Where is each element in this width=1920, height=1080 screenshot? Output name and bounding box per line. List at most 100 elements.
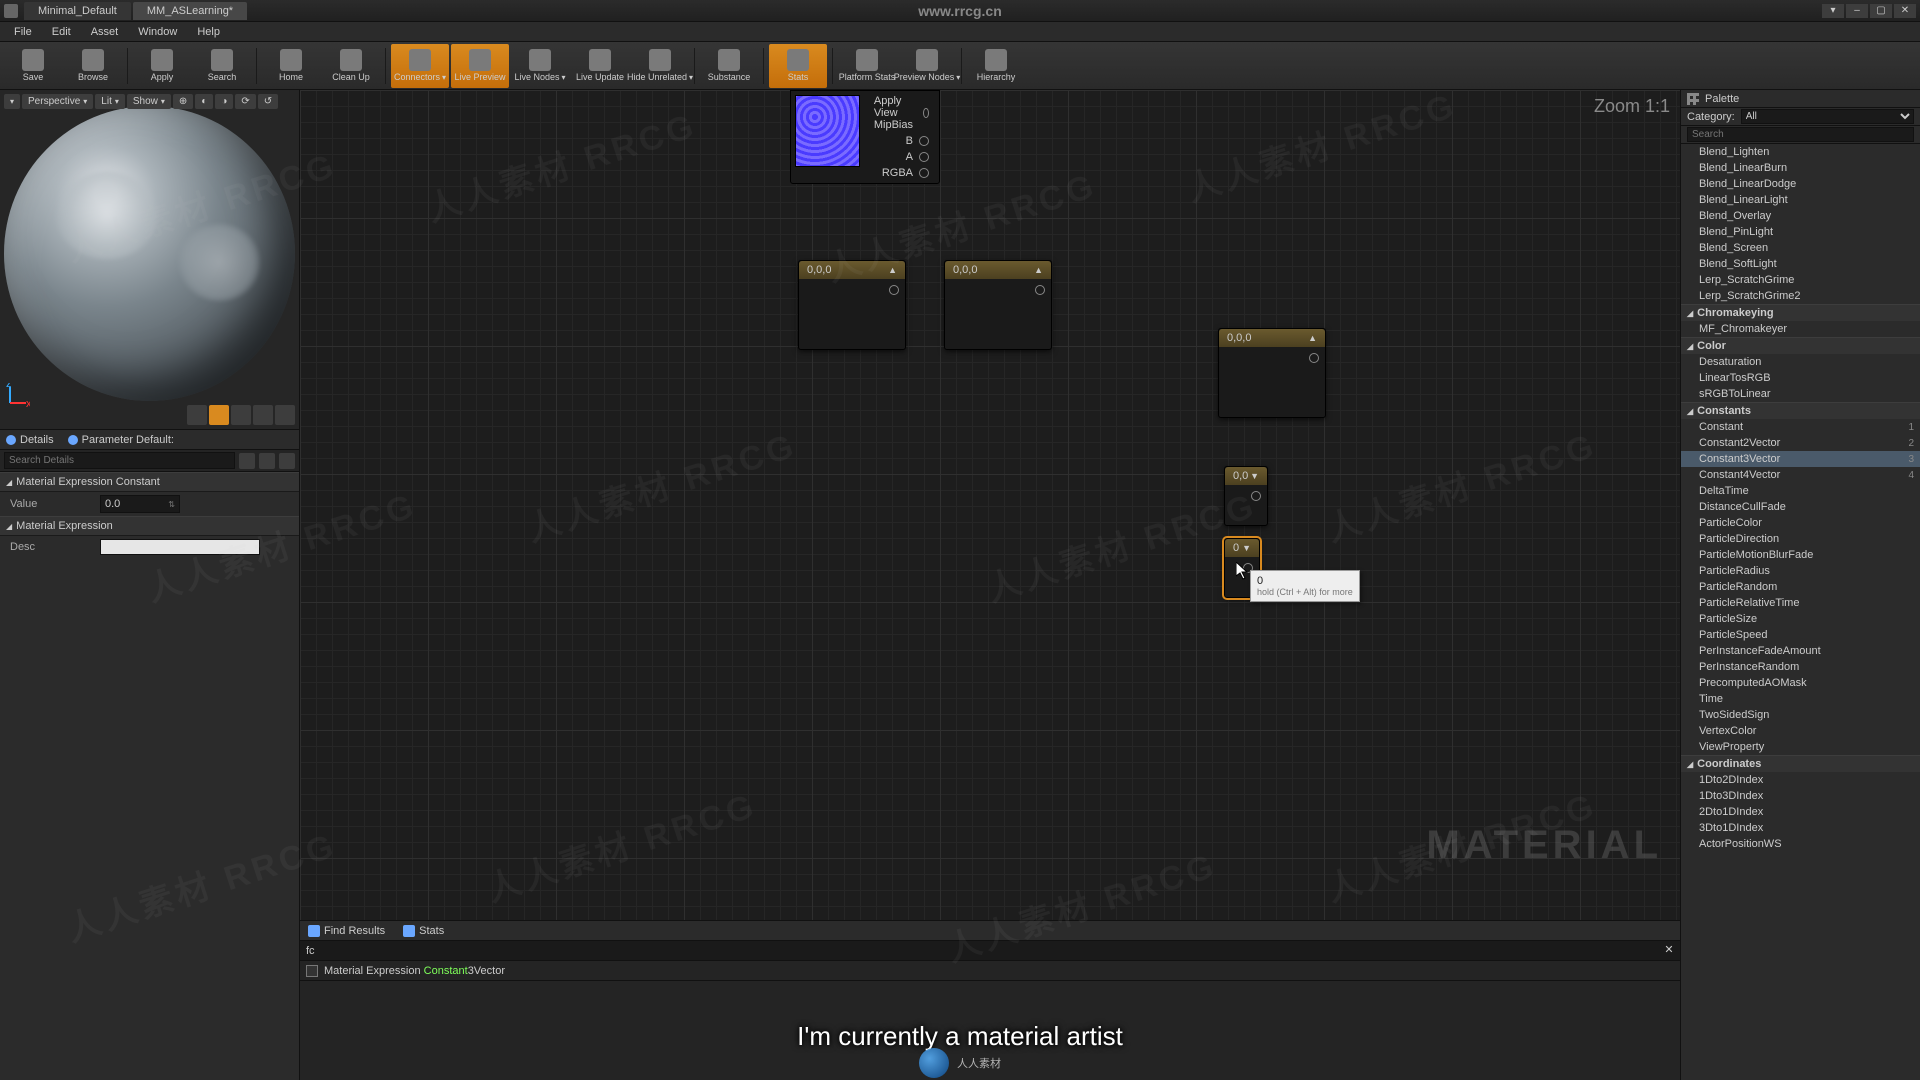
output-pin[interactable] (1309, 353, 1319, 363)
pin-a[interactable]: A (868, 149, 935, 165)
result-checkbox[interactable] (306, 965, 318, 977)
toolbar-hierarchy-button[interactable]: Hierarchy (967, 44, 1025, 88)
details-search-input[interactable] (4, 452, 235, 469)
toolbar-live-update-button[interactable]: Live Update (571, 44, 629, 88)
material-graph[interactable]: Zoom 1:1 MATERIAL Apply View MipBias B A… (300, 90, 1680, 920)
eye-icon[interactable] (279, 453, 295, 469)
collapse-icon[interactable]: ▲ (888, 265, 897, 275)
palette-item-3dto1dindex[interactable]: 3Dto1DIndex (1681, 820, 1920, 836)
menu-window[interactable]: Window (130, 24, 185, 40)
collapse-icon[interactable]: ▲ (1308, 333, 1317, 343)
palette-item-2dto1dindex[interactable]: 2Dto1DIndex (1681, 804, 1920, 820)
viewport-show-button[interactable]: Show (127, 94, 171, 109)
palette-item-blend_linearlight[interactable]: Blend_LinearLight (1681, 192, 1920, 208)
filter-icon[interactable] (259, 453, 275, 469)
palette-search-input[interactable] (1687, 127, 1914, 142)
palette-item-constant2vector[interactable]: Constant2Vector2 (1681, 435, 1920, 451)
close-button[interactable]: ✕ (1894, 4, 1916, 18)
pin-icon[interactable] (919, 152, 929, 162)
palette-item-deltatime[interactable]: DeltaTime (1681, 483, 1920, 499)
palette-item-blend_lighten[interactable]: Blend_Lighten (1681, 144, 1920, 160)
pin-icon[interactable] (919, 136, 929, 146)
expand-icon[interactable]: ▼ (1250, 471, 1259, 481)
viewport-extra5-button[interactable]: ↺ (258, 94, 278, 109)
chevron-down-icon[interactable]: ▾ (956, 73, 960, 82)
find-input[interactable] (306, 945, 1674, 957)
minimize-button[interactable]: – (1846, 4, 1868, 18)
window-dropdown-icon[interactable]: ▾ (1822, 4, 1844, 18)
palette-item-particlerandom[interactable]: ParticleRandom (1681, 579, 1920, 595)
palette-item-mf_chromakeyer[interactable]: MF_Chromakeyer (1681, 321, 1920, 337)
spinner-icon[interactable]: ⇅ (168, 500, 175, 509)
node-constant3vector-b[interactable]: 0,0,0▲ (944, 260, 1052, 350)
pin-icon[interactable] (923, 108, 929, 118)
palette-item-particlerelativetime[interactable]: ParticleRelativeTime (1681, 595, 1920, 611)
toolbar-preview-nodes-button[interactable]: Preview Nodes▾ (898, 44, 956, 88)
viewport-extra2-button[interactable]: ◐ (195, 94, 213, 109)
palette-item-particleradius[interactable]: ParticleRadius (1681, 563, 1920, 579)
viewport-perspective-button[interactable]: Perspective (22, 94, 93, 109)
palette-item-actorpositionws[interactable]: ActorPositionWS (1681, 836, 1920, 852)
preview-viewport[interactable]: Perspective Lit Show ⊕ ◐ ◑ ⟳ ↺ zx (0, 90, 299, 430)
palette-item-constant4vector[interactable]: Constant4Vector4 (1681, 467, 1920, 483)
palette-item-constant3vector[interactable]: Constant3Vector3 (1681, 451, 1920, 467)
shape-cube-button[interactable] (253, 405, 273, 425)
prop-desc-field[interactable] (100, 539, 260, 555)
shape-plane-button[interactable] (231, 405, 251, 425)
palette-item-vertexcolor[interactable]: VertexColor (1681, 723, 1920, 739)
toolbar-home-button[interactable]: Home (262, 44, 320, 88)
palette-item-particlecolor[interactable]: ParticleColor (1681, 515, 1920, 531)
tab-find-results[interactable]: Find Results (308, 925, 385, 937)
tab-parameter-defaults[interactable]: Parameter Default: (68, 434, 174, 446)
toolbar-live-preview-button[interactable]: Live Preview (451, 44, 509, 88)
menu-help[interactable]: Help (189, 24, 228, 40)
shape-custom-button[interactable] (275, 405, 295, 425)
viewport-lit-button[interactable]: Lit (95, 94, 125, 109)
pin-rgba[interactable]: RGBA (868, 165, 935, 181)
palette-item-desaturation[interactable]: Desaturation (1681, 354, 1920, 370)
clear-find-button[interactable]: ✕ (1662, 943, 1676, 957)
palette-item-viewproperty[interactable]: ViewProperty (1681, 739, 1920, 755)
node-constant3vector-c[interactable]: 0,0,0▲ (1218, 328, 1326, 418)
tab-minimal-default[interactable]: Minimal_Default (24, 2, 131, 20)
toolbar-apply-button[interactable]: Apply (133, 44, 191, 88)
menu-edit[interactable]: Edit (44, 24, 79, 40)
palette-header[interactable]: Palette (1681, 90, 1920, 108)
palette-item-blend_screen[interactable]: Blend_Screen (1681, 240, 1920, 256)
chevron-down-icon[interactable]: ▾ (442, 73, 446, 82)
pin-b[interactable]: B (868, 133, 935, 149)
shape-cylinder-button[interactable] (187, 405, 207, 425)
shape-sphere-button[interactable] (209, 405, 229, 425)
output-pin[interactable] (1251, 491, 1261, 501)
palette-item-1dto2dindex[interactable]: 1Dto2DIndex (1681, 772, 1920, 788)
palette-item-lineartosrgb[interactable]: LinearTosRGB (1681, 370, 1920, 386)
output-pin[interactable] (889, 285, 899, 295)
palette-item-lerp_scratchgrime[interactable]: Lerp_ScratchGrime (1681, 272, 1920, 288)
palette-category-color[interactable]: Color (1681, 337, 1920, 354)
output-pin[interactable] (1035, 285, 1045, 295)
tab-stats[interactable]: Stats (403, 925, 444, 937)
palette-category-coordinates[interactable]: Coordinates (1681, 755, 1920, 772)
palette-item-blend_linearburn[interactable]: Blend_LinearBurn (1681, 160, 1920, 176)
node-constant2vector[interactable]: 0,0▼ (1224, 466, 1268, 526)
category-select[interactable]: All (1741, 109, 1914, 124)
palette-item-constant[interactable]: Constant1 (1681, 419, 1920, 435)
prop-value-field[interactable]: 0.0⇅ (100, 495, 180, 513)
palette-item-perinstancerandom[interactable]: PerInstanceRandom (1681, 659, 1920, 675)
chevron-down-icon[interactable]: ▾ (689, 73, 693, 82)
search-icon[interactable] (239, 453, 255, 469)
node-constant3vector-a[interactable]: 0,0,0▲ (798, 260, 906, 350)
viewport-extra4-button[interactable]: ⟳ (235, 94, 255, 109)
palette-item-particlesize[interactable]: ParticleSize (1681, 611, 1920, 627)
toolbar-stats-button[interactable]: Stats (769, 44, 827, 88)
pin-apply-view-mipbias[interactable]: Apply View MipBias (868, 93, 935, 133)
menu-asset[interactable]: Asset (83, 24, 127, 40)
toolbar-hide-unrelated-button[interactable]: Hide Unrelated▾ (631, 44, 689, 88)
menu-file[interactable]: File (6, 24, 40, 40)
toolbar-browse-button[interactable]: Browse (64, 44, 122, 88)
viewport-extra3-button[interactable]: ◑ (215, 94, 233, 109)
find-result-row[interactable]: Material Expression Constant3Vector (300, 960, 1680, 980)
pin-icon[interactable] (919, 168, 929, 178)
palette-item-blend_lineardodge[interactable]: Blend_LinearDodge (1681, 176, 1920, 192)
collapse-icon[interactable]: ▲ (1034, 265, 1043, 275)
